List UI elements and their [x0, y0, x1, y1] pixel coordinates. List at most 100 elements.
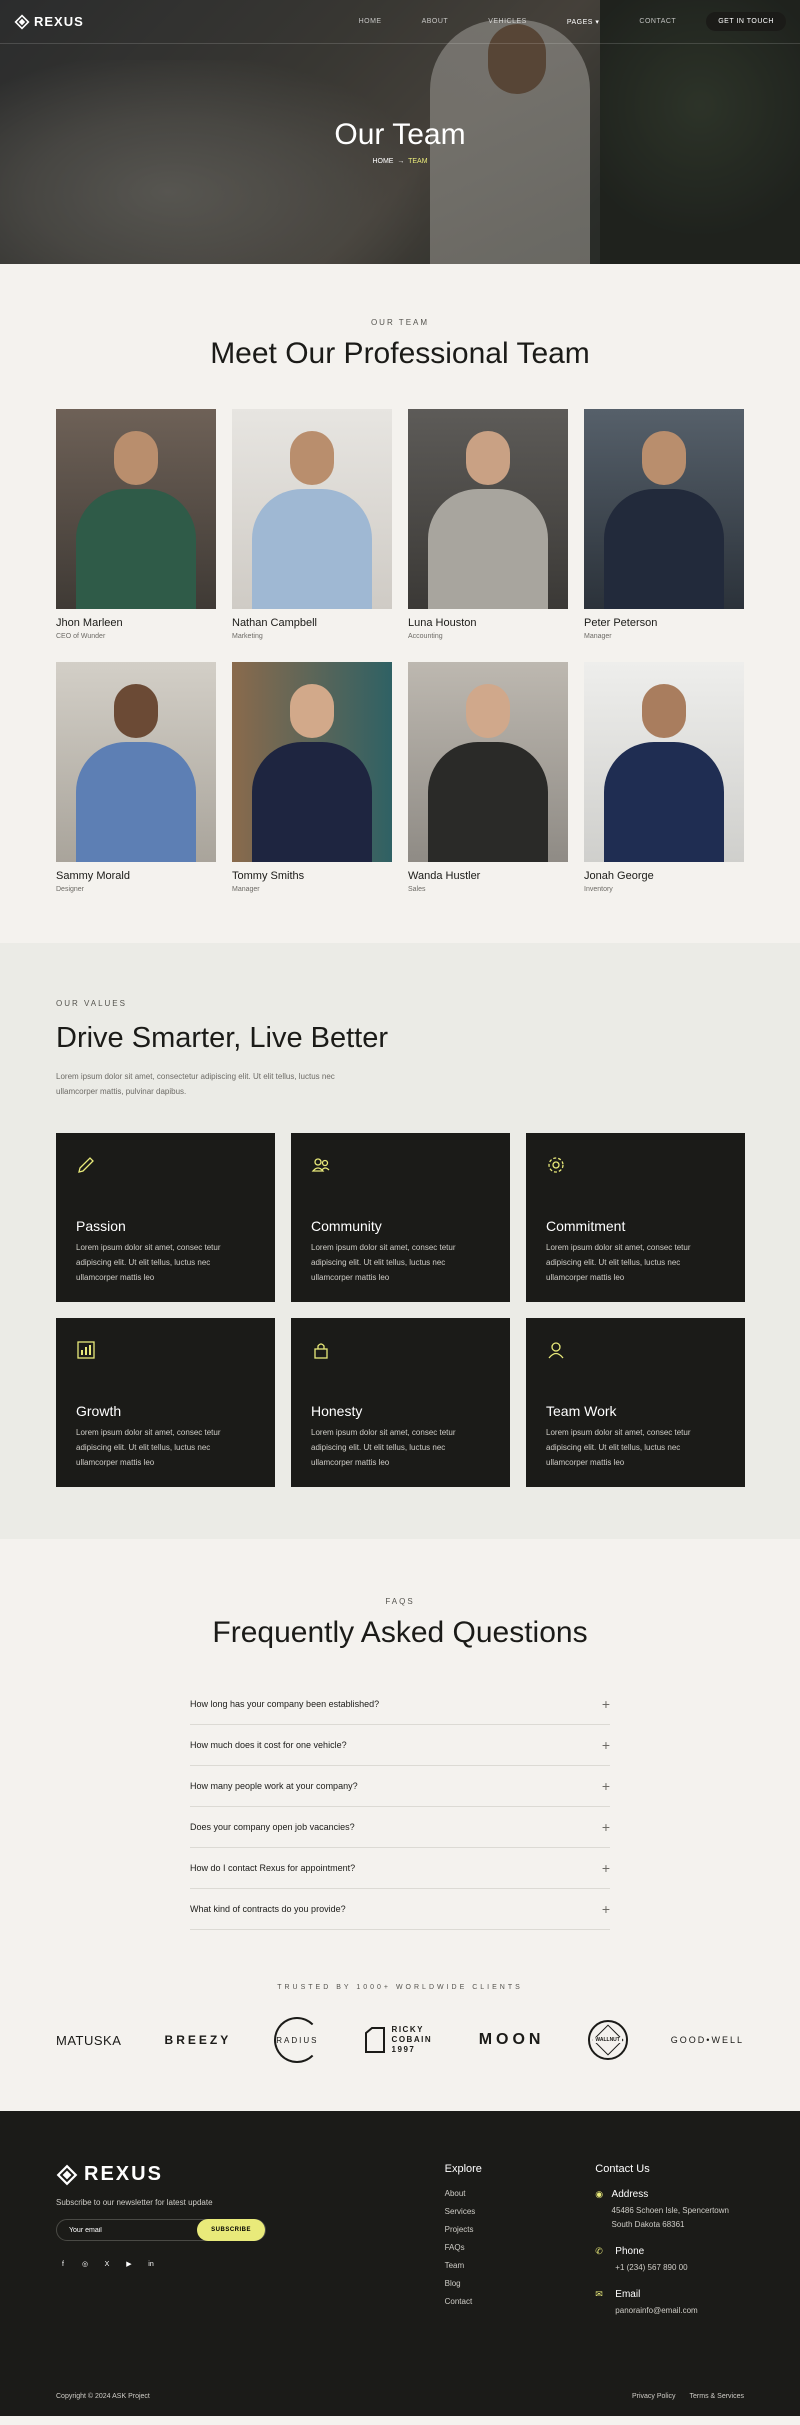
phone-value[interactable]: +1 (234) 567 890 00	[615, 2261, 687, 2275]
subscribe-button[interactable]: SUBSCRIBE	[197, 2219, 265, 2241]
footer-explore-column: Explore About Services Projects FAQs Tea…	[445, 2163, 596, 2318]
value-card-growth: Growth Lorem ipsum dolor sit amet, conse…	[56, 1318, 275, 1487]
footer-logo[interactable]: REXUS	[56, 2163, 445, 2186]
client-logo-moon: MOON	[478, 2031, 545, 2048]
faq-item[interactable]: What kind of contracts do you provide? +	[190, 1889, 610, 1930]
users-icon	[311, 1158, 330, 1172]
footer-link-contact[interactable]: Contact	[445, 2297, 596, 2306]
faq-item[interactable]: How long has your company been establish…	[190, 1684, 610, 1725]
footer-brand-column: REXUS Subscribe to our newsletter for la…	[56, 2163, 445, 2318]
values-eyebrow: OUR VALUES	[56, 999, 127, 1008]
plus-icon[interactable]: +	[602, 1901, 610, 1917]
get-in-touch-button[interactable]: GET IN TOUCH	[706, 12, 786, 31]
footer-link-about[interactable]: About	[445, 2189, 596, 2198]
faq-item[interactable]: How much does it cost for one vehicle? +	[190, 1725, 610, 1766]
lock-icon	[314, 1343, 328, 1359]
team-member-card[interactable]: Peter Peterson Manager	[584, 409, 744, 640]
value-card-text: Lorem ipsum dolor sit amet, consec tetur…	[311, 1428, 456, 1467]
team-member-card[interactable]: Luna Houston Accounting	[408, 409, 568, 640]
team-member-card[interactable]: Jonah George Inventory	[584, 662, 744, 893]
chevron-down-icon: ▾	[595, 18, 600, 26]
value-card-team-work: Team Work Lorem ipsum dolor sit amet, co…	[526, 1318, 745, 1487]
nav-contact[interactable]: CONTACT	[639, 18, 676, 26]
instagram-icon[interactable]: ◎	[78, 2257, 92, 2271]
member-role: Designer	[56, 886, 85, 893]
member-role: Sales	[408, 886, 426, 893]
member-photo	[408, 662, 568, 862]
breadcrumb: HOME → TEAM	[0, 158, 800, 165]
faq-item[interactable]: Does your company open job vacancies? +	[190, 1807, 610, 1848]
nav-links: HOME ABOUT VEHICLES PAGES ▾ CONTACT	[359, 18, 677, 26]
gear-icon	[548, 1157, 564, 1173]
value-card-passion: Passion Lorem ipsum dolor sit amet, cons…	[56, 1133, 275, 1302]
linkedin-icon[interactable]: in	[144, 2257, 158, 2271]
footer-link-services[interactable]: Services	[445, 2207, 596, 2216]
x-icon[interactable]: X	[100, 2257, 114, 2271]
faq-item[interactable]: How do I contact Rexus for appointment? +	[190, 1848, 610, 1889]
plus-icon[interactable]: +	[602, 1819, 610, 1835]
plus-icon[interactable]: +	[602, 1778, 610, 1794]
team-member-card[interactable]: Tommy Smiths Manager	[232, 662, 392, 893]
nav-pages-label: PAGES	[566, 18, 593, 26]
footer-link-projects[interactable]: Projects	[445, 2225, 596, 2234]
terms-link[interactable]: Terms & Services	[690, 2393, 744, 2400]
plus-icon[interactable]: +	[602, 1737, 610, 1753]
faq-question: What kind of contracts do you provide?	[190, 1904, 346, 1914]
value-card-text: Lorem ipsum dolor sit amet, consec tetur…	[311, 1243, 456, 1282]
member-role: CEO of Wunder	[56, 633, 106, 640]
value-card-title: Commitment	[546, 1218, 626, 1234]
footer-brand-name: REXUS	[84, 2163, 163, 2185]
email-value[interactable]: panorainfo@email.com	[615, 2304, 697, 2318]
member-name: Wanda Hustler	[408, 870, 481, 882]
team-member-card[interactable]: Nathan Campbell Marketing	[232, 409, 392, 640]
team-grid: Jhon Marleen CEO of Wunder Nathan Campbe…	[56, 409, 744, 893]
faq-question: How many people work at your company?	[190, 1781, 358, 1791]
member-role: Manager	[584, 633, 612, 640]
team-member-card[interactable]: Jhon Marleen CEO of Wunder	[56, 409, 216, 640]
client-logo-ricky-text: RICKY COBAIN 1997	[391, 2025, 433, 2054]
member-name: Jhon Marleen	[56, 617, 123, 629]
logo-icon	[56, 2164, 78, 2185]
client-logo-goodwell: GOOD•WELL	[670, 2035, 744, 2045]
value-card-honesty: Honesty Lorem ipsum dolor sit amet, cons…	[291, 1318, 510, 1487]
youtube-icon[interactable]: ▶	[122, 2257, 136, 2271]
values-section: OUR VALUES Drive Smarter, Live Better Lo…	[0, 943, 800, 1539]
faq-question: How do I contact Rexus for appointment?	[190, 1863, 356, 1873]
faq-question: How long has your company been establish…	[190, 1699, 380, 1709]
brand-logo[interactable]: REXUS	[14, 13, 84, 30]
trusted-eyebrow: TRUSTED BY 1000+ WORLDWIDE CLIENTS	[277, 1984, 523, 1991]
contact-address: ◉ Address 45486 Schoen Isle, Spencertown …	[595, 2189, 744, 2232]
arrow-right-icon: →	[397, 158, 405, 165]
nav-home[interactable]: HOME	[359, 18, 382, 26]
nav-pages[interactable]: PAGES ▾	[567, 18, 600, 26]
faq-list: How long has your company been establish…	[190, 1684, 610, 1930]
faq-question: Does your company open job vacancies?	[190, 1822, 355, 1832]
faq-question: How much does it cost for one vehicle?	[190, 1740, 347, 1750]
team-member-card[interactable]: Wanda Hustler Sales	[408, 662, 568, 893]
facebook-icon[interactable]: f	[56, 2257, 70, 2271]
footer-link-faqs[interactable]: FAQs	[445, 2243, 596, 2252]
team-eyebrow: OUR TEAM	[370, 318, 430, 327]
chart-icon	[77, 1341, 95, 1359]
user-icon	[548, 1342, 564, 1359]
email-input[interactable]	[69, 2226, 198, 2234]
plus-icon[interactable]: +	[602, 1860, 610, 1876]
footer-link-team[interactable]: Team	[445, 2261, 596, 2270]
value-card-text: Lorem ipsum dolor sit amet, consec tetur…	[76, 1243, 221, 1282]
nav-vehicles[interactable]: VEHICLES	[488, 18, 527, 26]
address-value: 45486 Schoen Isle, Spencertown South Dak…	[611, 2206, 729, 2229]
team-member-card[interactable]: Sammy Morald Designer	[56, 662, 216, 893]
member-name: Tommy Smiths	[232, 870, 305, 882]
member-name: Nathan Campbell	[232, 617, 317, 629]
nav-about[interactable]: ABOUT	[422, 18, 449, 26]
footer-link-blog[interactable]: Blog	[445, 2279, 596, 2288]
privacy-policy-link[interactable]: Privacy Policy	[632, 2393, 676, 2400]
breadcrumb-home[interactable]: HOME	[372, 158, 393, 165]
email-label: Email	[615, 2289, 641, 2300]
copyright: Copyright © 2024 ASK Project	[56, 2393, 150, 2400]
value-card-text: Lorem ipsum dolor sit amet, consec tetur…	[76, 1428, 221, 1467]
plus-icon[interactable]: +	[602, 1696, 610, 1712]
values-title: Drive Smarter, Live Better	[56, 1022, 388, 1054]
client-logo-radius: RADIUS	[274, 2017, 321, 2063]
faq-item[interactable]: How many people work at your company? +	[190, 1766, 610, 1807]
